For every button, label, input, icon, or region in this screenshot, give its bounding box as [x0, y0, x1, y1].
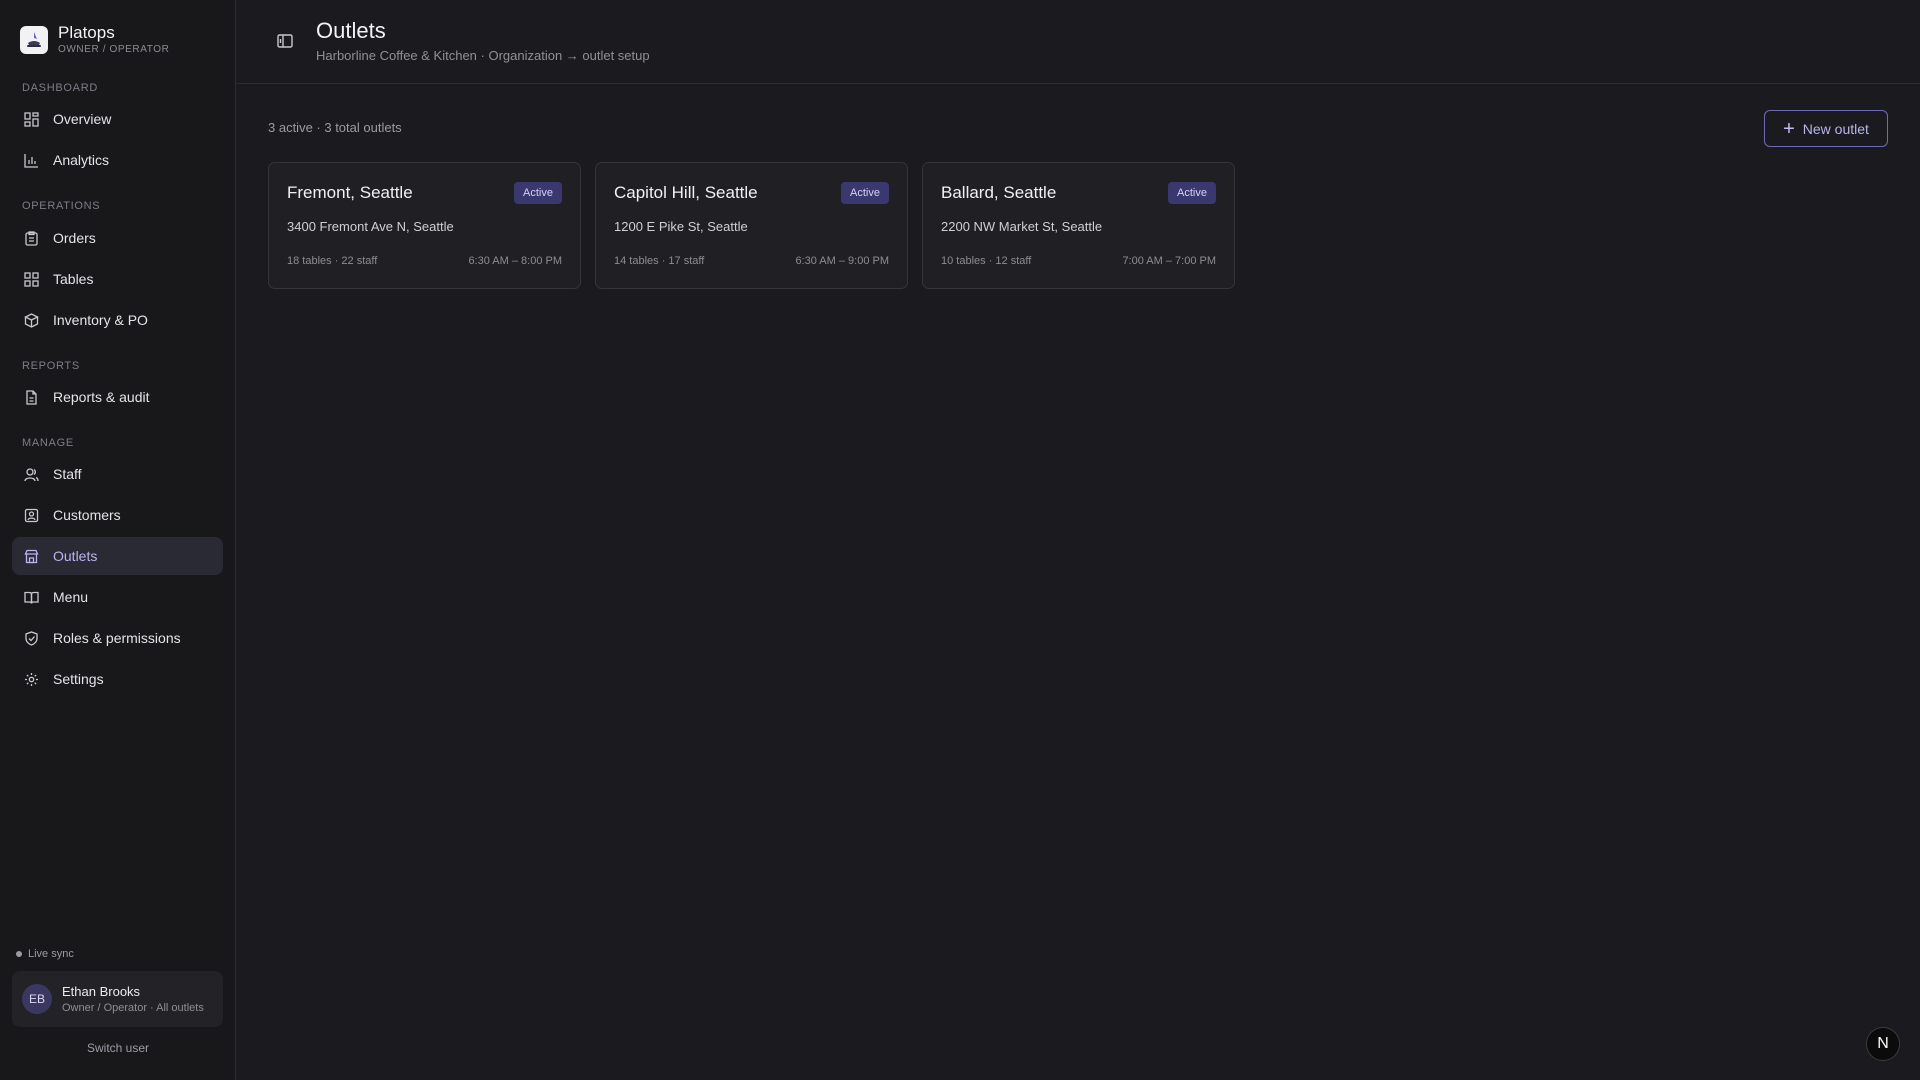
brand[interactable]: Platops OWNER / OPERATOR [20, 24, 169, 55]
live-sync-label: Live sync [28, 948, 74, 960]
live-sync-status: Live sync [16, 948, 74, 960]
sidebar-item-label: Roles & permissions [53, 630, 181, 646]
page-header: Outlets Harborline Coffee & Kitchen · Or… [236, 0, 1920, 84]
grid-icon [23, 111, 39, 127]
sidebar-item-reports[interactable]: Reports & audit [12, 378, 223, 416]
sidebar-item-customers[interactable]: Customers [12, 496, 223, 534]
status-badge: Active [841, 182, 889, 204]
contact-icon [23, 507, 39, 523]
sidebar-item-label: Overview [53, 111, 112, 127]
user-card[interactable]: EB Ethan Brooks Owner / Operator · All o… [12, 971, 223, 1027]
bar-chart-icon [23, 152, 39, 168]
status-badge: Active [514, 182, 562, 204]
outlet-address: 3400 Fremont Ave N, Seattle [287, 219, 454, 234]
sidebar-item-overview[interactable]: Overview [12, 100, 223, 138]
outlet-summary: 3 active · 3 total outlets [268, 120, 402, 135]
switch-user-button[interactable]: Switch user [0, 1041, 236, 1055]
outlet-card[interactable]: Ballard, Seattle Active 2200 NW Market S… [922, 162, 1235, 289]
sidebar-item-orders[interactable]: Orders [12, 219, 223, 257]
boxes-icon [23, 312, 39, 328]
breadcrumb: Harborline Coffee & Kitchen · Organizati… [316, 48, 650, 63]
brand-logo-icon [20, 25, 48, 54]
sidebar-item-staff[interactable]: Staff [12, 455, 223, 493]
outlet-stats: 14 tables · 17 staff [614, 255, 705, 267]
sidebar-item-menu[interactable]: Menu [12, 578, 223, 616]
status-dot-icon [16, 951, 22, 957]
new-outlet-button[interactable]: + New outlet [1764, 110, 1888, 147]
sidebar-toggle-icon[interactable] [276, 32, 294, 50]
outlet-name: Fremont, Seattle [287, 183, 413, 202]
sidebar-item-label: Tables [53, 271, 94, 287]
book-icon [23, 589, 39, 605]
section-title-reports: REPORTS [22, 360, 80, 372]
store-icon [23, 548, 39, 564]
outlet-stats: 18 tables · 22 staff [287, 255, 378, 267]
outlet-address: 2200 NW Market St, Seattle [941, 219, 1103, 234]
outlet-hours: 6:30 AM – 8:00 PM [468, 255, 562, 267]
clipboard-icon [23, 230, 39, 246]
floating-n-button[interactable]: N [1866, 1027, 1900, 1061]
shield-icon [23, 630, 39, 646]
users-icon [23, 466, 39, 482]
outlet-name: Capitol Hill, Seattle [614, 183, 758, 202]
outlet-hours: 7:00 AM – 7:00 PM [1122, 255, 1216, 267]
sidebar-item-label: Orders [53, 230, 96, 246]
grid-icon [23, 271, 39, 287]
brand-role: OWNER / OPERATOR [58, 44, 170, 55]
sidebar: Platops OWNER / OPERATOR DASHBOARD Overv… [0, 0, 236, 1080]
sidebar-item-label: Menu [53, 589, 89, 605]
user-name: Ethan Brooks [62, 984, 141, 999]
outlet-card[interactable]: Fremont, Seattle Active 3400 Fremont Ave… [268, 162, 581, 289]
sidebar-item-roles[interactable]: Roles & permissions [12, 619, 223, 657]
sidebar-item-inventory[interactable]: Inventory & PO [12, 301, 223, 339]
page-title: Outlets [316, 18, 386, 43]
sidebar-item-label: Settings [53, 671, 104, 687]
sidebar-item-label: Outlets [53, 548, 98, 564]
section-title-dashboard: DASHBOARD [22, 82, 98, 94]
gear-icon [23, 671, 39, 687]
sidebar-item-label: Reports & audit [53, 389, 150, 405]
plus-icon: + [1783, 117, 1795, 140]
sidebar-item-label: Inventory & PO [53, 312, 148, 328]
outlet-stats: 10 tables · 12 staff [941, 255, 1032, 267]
sidebar-item-analytics[interactable]: Analytics [12, 141, 223, 179]
new-outlet-label: New outlet [1802, 120, 1869, 137]
section-title-operations: OPERATIONS [22, 200, 101, 212]
sidebar-item-tables[interactable]: Tables [12, 260, 223, 298]
outlet-card[interactable]: Capitol Hill, Seattle Active 1200 E Pike… [595, 162, 908, 289]
user-meta: Owner / Operator · All outlets [62, 1002, 204, 1014]
status-badge: Active [1168, 182, 1216, 204]
outlet-name: Ballard, Seattle [941, 183, 1057, 202]
sidebar-item-settings[interactable]: Settings [12, 660, 223, 698]
avatar: EB [22, 984, 52, 1014]
sidebar-item-label: Customers [53, 507, 121, 523]
brand-name: Platops [58, 23, 115, 42]
sidebar-item-label: Staff [53, 466, 82, 482]
outlet-address: 1200 E Pike St, Seattle [614, 219, 748, 234]
outlet-hours: 6:30 AM – 9:00 PM [795, 255, 889, 267]
sidebar-item-outlets[interactable]: Outlets [12, 537, 223, 575]
file-icon [23, 389, 39, 405]
sidebar-item-label: Analytics [53, 152, 110, 168]
section-title-manage: MANAGE [22, 437, 74, 449]
